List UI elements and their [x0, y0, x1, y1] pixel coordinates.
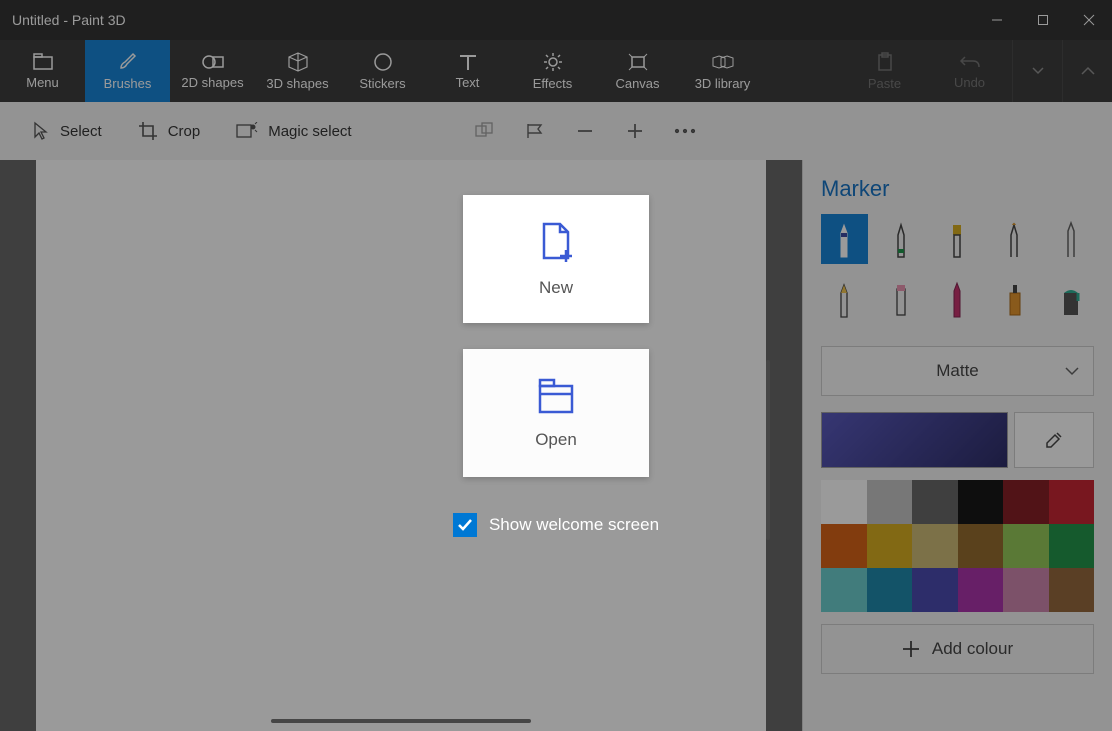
- new-label: New: [539, 278, 573, 298]
- new-button[interactable]: New: [463, 195, 649, 323]
- open-button[interactable]: Open: [463, 349, 649, 477]
- check-icon: [456, 516, 474, 534]
- show-welcome-row[interactable]: Show welcome screen: [453, 513, 659, 537]
- new-document-icon: [536, 220, 576, 264]
- show-welcome-checkbox[interactable]: [453, 513, 477, 537]
- open-folder-icon: [534, 376, 578, 416]
- open-label: Open: [535, 430, 577, 450]
- welcome-overlay: New Open Show welcome screen: [0, 0, 1112, 731]
- show-welcome-label: Show welcome screen: [489, 515, 659, 535]
